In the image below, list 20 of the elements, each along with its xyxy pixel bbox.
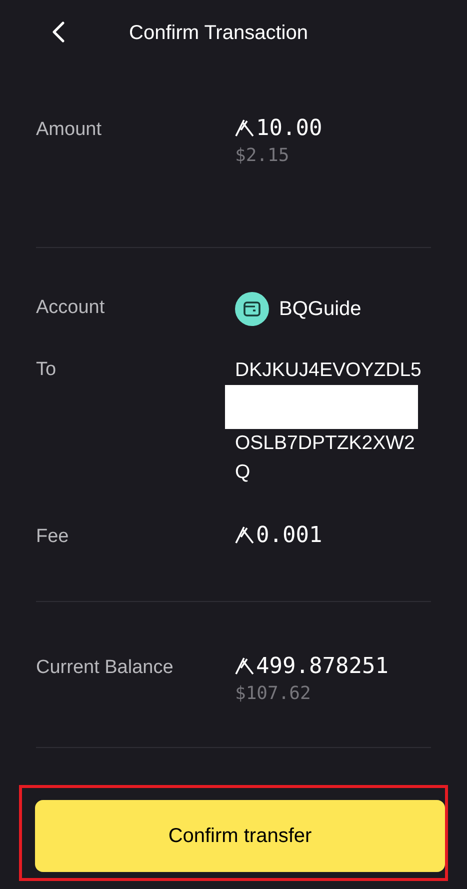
fiat-amount: $2.15: [235, 144, 290, 168]
algo-icon: [235, 524, 255, 544]
fiat-amount: $107.62: [235, 682, 312, 706]
field-label: Current Balance: [36, 656, 174, 680]
confirm-button[interactable]: Confirm transfer: [35, 800, 445, 872]
algo-icon: [235, 117, 255, 137]
field-label: To: [36, 358, 58, 382]
field-label: Amount: [36, 118, 102, 142]
address-line: DKJKUJ4EVOYZDL5: [235, 358, 422, 384]
address-line: Q: [235, 460, 252, 486]
crypto-amount: 0.001: [235, 523, 431, 550]
field-label: Fee: [36, 525, 70, 550]
account-name: BQGuide: [279, 297, 362, 322]
crypto-amount: 499.878251: [235, 654, 431, 680]
screen-title: Confirm Transaction: [129, 21, 309, 46]
address-line: OSLB7DPTZK2XW2: [235, 431, 416, 456]
field-label: Account: [36, 296, 106, 320]
algo-icon: [235, 654, 255, 675]
wallet-icon: [235, 292, 269, 326]
crypto-amount: 10.00: [235, 116, 431, 142]
